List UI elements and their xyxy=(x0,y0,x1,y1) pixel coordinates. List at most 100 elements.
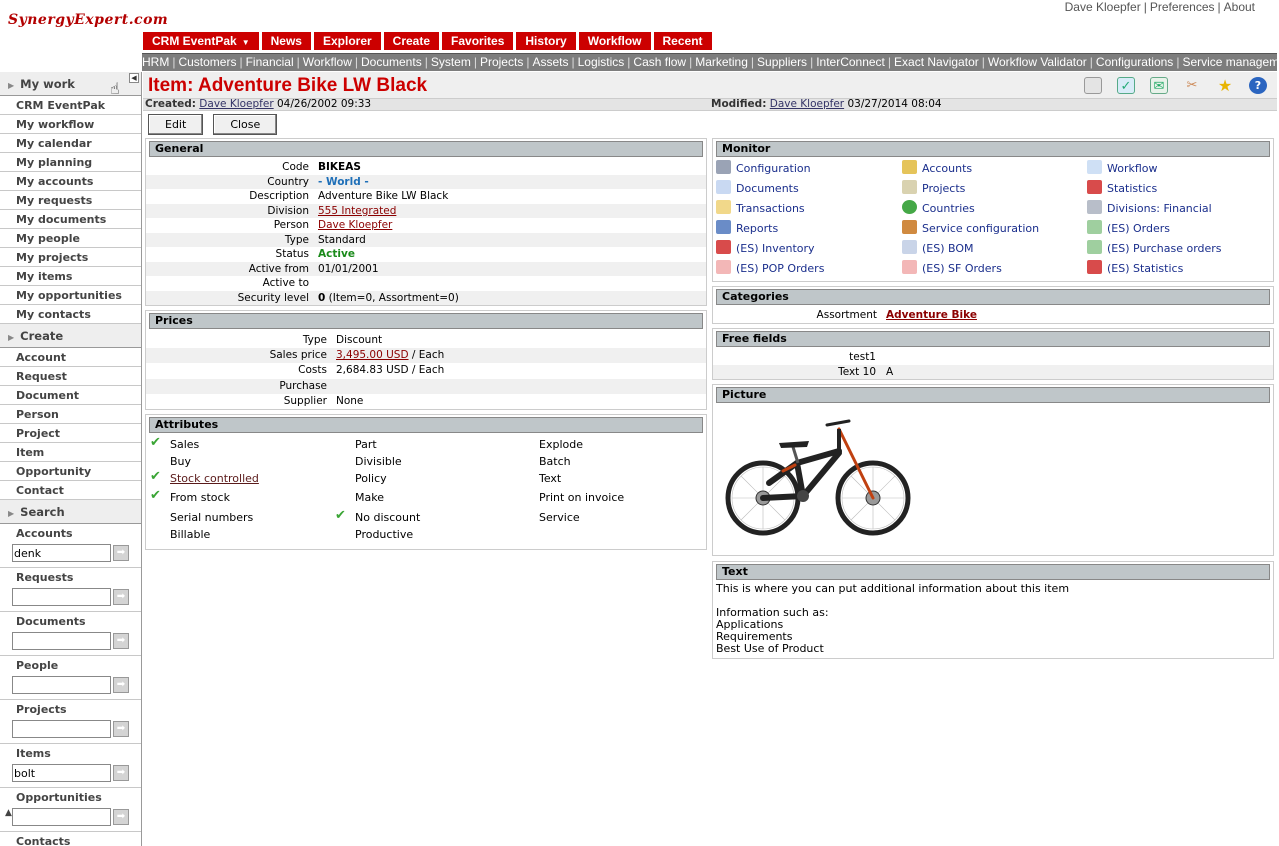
monitor-link-es-pop-orders[interactable]: (ES) POP Orders xyxy=(716,260,824,278)
search-go-arrow-icon[interactable]: ➡ xyxy=(113,545,129,561)
monitor-link-es-orders[interactable]: (ES) Orders xyxy=(1087,220,1170,238)
collapse-sidebar-icon[interactable]: ◀ xyxy=(129,73,139,83)
prices-value-sales-price[interactable]: 3,495.00 USD xyxy=(336,349,409,361)
monitor-link-es-sf-orders[interactable]: (ES) SF Orders xyxy=(902,260,1002,278)
preferences-link[interactable]: Preferences xyxy=(1150,0,1215,14)
search-input-items[interactable] xyxy=(12,764,111,782)
search-go-arrow-icon[interactable]: ➡ xyxy=(113,765,129,781)
sidebar-item-crm-eventpak[interactable]: CRM EventPak xyxy=(0,96,141,115)
general-value-division[interactable]: 555 Integrated xyxy=(318,204,396,218)
monitor-link-es-inventory[interactable]: (ES) Inventory xyxy=(716,240,815,258)
sub-menu-projects[interactable]: Projects xyxy=(480,55,523,69)
create-item-person[interactable]: Person xyxy=(0,405,141,424)
general-value-person[interactable]: Dave Kloepfer xyxy=(318,218,392,232)
sidebar-item-my-planning[interactable]: My planning xyxy=(0,153,141,172)
mail-icon[interactable]: ✉ xyxy=(1150,77,1168,94)
sidebar-item-my-requests[interactable]: My requests xyxy=(0,191,141,210)
sub-menu-hrm[interactable]: HRM xyxy=(142,55,169,69)
sub-menu-marketing[interactable]: Marketing xyxy=(695,55,748,69)
checklist-icon[interactable]: ✓ xyxy=(1117,77,1135,94)
search-go-arrow-icon[interactable]: ➡ xyxy=(113,809,129,825)
sub-menu-assets[interactable]: Assets xyxy=(532,55,568,69)
menu-favorites[interactable]: Favorites xyxy=(442,32,514,50)
sub-menu-workflow-validator[interactable]: Workflow Validator xyxy=(988,55,1087,69)
modified-by-link[interactable]: Dave Kloepfer xyxy=(770,98,844,110)
monitor-link-service-configuration[interactable]: Service configuration xyxy=(902,220,1039,238)
sidebar-item-my-documents[interactable]: My documents xyxy=(0,210,141,229)
create-item-request[interactable]: Request xyxy=(0,367,141,386)
monitor-link-es-bom[interactable]: (ES) BOM xyxy=(902,240,974,258)
monitor-link-es-purchase-orders[interactable]: (ES) Purchase orders xyxy=(1087,240,1222,258)
created-by-link[interactable]: Dave Kloepfer xyxy=(199,98,273,110)
menu-explorer[interactable]: Explorer xyxy=(313,32,381,50)
tools-icon[interactable]: ✂ xyxy=(1183,77,1201,94)
sub-menu-suppliers[interactable]: Suppliers xyxy=(757,55,807,69)
sidebar-item-my-calendar[interactable]: My calendar xyxy=(0,134,141,153)
sub-menu-documents[interactable]: Documents xyxy=(361,55,422,69)
monitor-link-transactions[interactable]: Transactions xyxy=(716,200,805,218)
synergy-logo[interactable]: SynergyExpert.com xyxy=(8,12,168,28)
monitor-link-configuration[interactable]: Configuration xyxy=(716,160,811,178)
sub-menu-customers[interactable]: Customers xyxy=(178,55,236,69)
monitor-link-countries[interactable]: Countries xyxy=(902,200,975,218)
create-item-account[interactable]: Account xyxy=(0,348,141,367)
scroll-arrows-icon[interactable]: ▲ xyxy=(5,808,12,818)
sidebar-item-my-contacts[interactable]: My contacts xyxy=(0,305,141,324)
sub-menu-system[interactable]: System xyxy=(431,55,471,69)
search-header[interactable]: ▶ Search xyxy=(0,500,141,524)
monitor-link-statistics[interactable]: Statistics xyxy=(1087,180,1157,198)
close-button[interactable]: Close xyxy=(213,114,278,135)
search-input-projects[interactable] xyxy=(12,720,111,738)
favorite-star-icon[interactable]: ★ xyxy=(1216,77,1234,94)
assortment-link[interactable]: Adventure Bike xyxy=(886,308,977,322)
attribute-stock-controlled[interactable]: Stock controlled xyxy=(170,471,259,487)
search-input-requests[interactable] xyxy=(12,588,111,606)
create-item-document[interactable]: Document xyxy=(0,386,141,405)
database-icon[interactable] xyxy=(1084,77,1102,94)
monitor-link-reports[interactable]: Reports xyxy=(716,220,778,238)
search-input-accounts[interactable] xyxy=(12,544,111,562)
create-item-item[interactable]: Item xyxy=(0,443,141,462)
edit-button[interactable]: Edit xyxy=(148,114,204,135)
help-icon[interactable]: ? xyxy=(1249,77,1267,94)
search-input-people[interactable] xyxy=(12,676,111,694)
sub-menu-workflow[interactable]: Workflow xyxy=(303,55,352,69)
my-work-header[interactable]: ▶ My work ☝ ◀ xyxy=(0,72,141,98)
monitor-link-accounts[interactable]: Accounts xyxy=(902,160,972,178)
search-input-opportunities[interactable] xyxy=(12,808,111,826)
sidebar-item-my-opportunities[interactable]: My opportunities xyxy=(0,286,141,305)
search-input-documents[interactable] xyxy=(12,632,111,650)
menu-history[interactable]: History xyxy=(516,32,576,50)
create-item-project[interactable]: Project xyxy=(0,424,141,443)
menu-news[interactable]: News xyxy=(261,32,311,50)
sidebar-item-my-people[interactable]: My people xyxy=(0,229,141,248)
menu-workflow[interactable]: Workflow xyxy=(578,32,651,50)
sub-menu-service-management[interactable]: Service management xyxy=(1182,55,1277,69)
sidebar-item-my-items[interactable]: My items xyxy=(0,267,141,286)
search-go-arrow-icon[interactable]: ➡ xyxy=(113,721,129,737)
monitor-link-workflow[interactable]: Workflow xyxy=(1087,160,1158,178)
sub-menu-configurations[interactable]: Configurations xyxy=(1096,55,1173,69)
menu-create[interactable]: Create xyxy=(383,32,440,50)
search-go-arrow-icon[interactable]: ➡ xyxy=(113,589,129,605)
sub-menu-financial[interactable]: Financial xyxy=(246,55,294,69)
search-go-arrow-icon[interactable]: ➡ xyxy=(113,677,129,693)
about-link[interactable]: About xyxy=(1224,0,1255,14)
create-item-contact[interactable]: Contact xyxy=(0,481,141,500)
create-header[interactable]: ▶ Create xyxy=(0,324,141,348)
user-name-link[interactable]: Dave Kloepfer xyxy=(1065,0,1141,14)
search-go-arrow-icon[interactable]: ➡ xyxy=(113,633,129,649)
sidebar-item-my-accounts[interactable]: My accounts xyxy=(0,172,141,191)
sub-menu-logistics[interactable]: Logistics xyxy=(578,55,625,69)
monitor-link-es-statistics[interactable]: (ES) Statistics xyxy=(1087,260,1183,278)
sidebar-item-my-projects[interactable]: My projects xyxy=(0,248,141,267)
sub-menu-interconnect[interactable]: InterConnect xyxy=(816,55,885,69)
menu-crm-eventpak[interactable]: CRM EventPak ▼ xyxy=(143,32,259,50)
sub-menu-exact-navigator[interactable]: Exact Navigator xyxy=(894,55,979,69)
sub-menu-cash-flow[interactable]: Cash flow xyxy=(633,55,686,69)
sidebar-item-my-workflow[interactable]: My workflow xyxy=(0,115,141,134)
menu-recent[interactable]: Recent xyxy=(653,32,712,50)
monitor-link-projects[interactable]: Projects xyxy=(902,180,965,198)
create-item-opportunity[interactable]: Opportunity xyxy=(0,462,141,481)
monitor-link-documents[interactable]: Documents xyxy=(716,180,799,198)
